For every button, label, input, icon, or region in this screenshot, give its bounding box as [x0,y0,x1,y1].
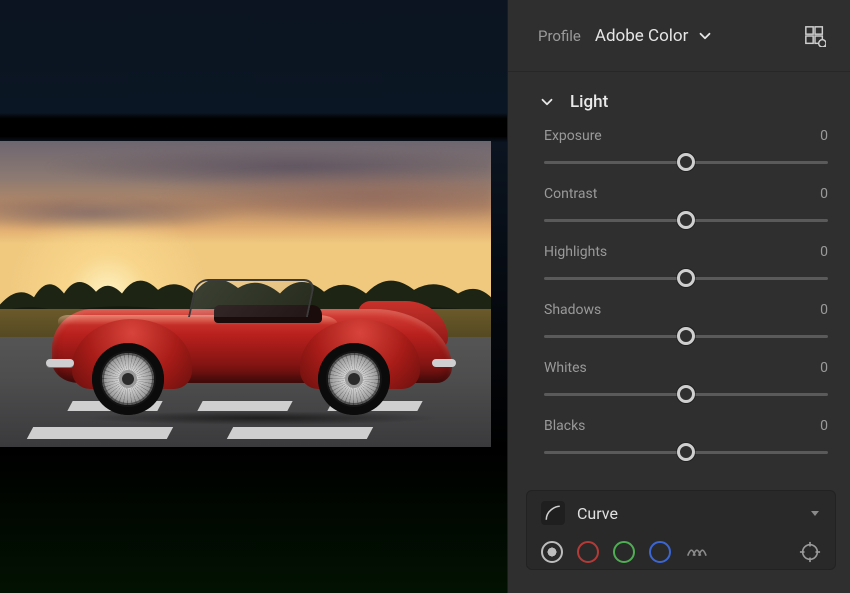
whites-slider[interactable]: Whites 0 [544,360,828,404]
light-sliders: Exposure 0 Contrast 0 Highlights 0 [538,128,828,462]
highlights-label: Highlights [544,244,607,260]
profile-row: Profile Adobe Color [508,0,850,72]
blue-channel-button[interactable] [649,541,671,563]
exposure-slider[interactable]: Exposure 0 [544,128,828,172]
chevron-down-icon [538,93,556,111]
blacks-label: Blacks [544,418,585,434]
contrast-value[interactable]: 0 [820,186,828,202]
chevron-down-icon[interactable] [696,27,714,45]
target-adjustment-button[interactable] [799,541,821,563]
exposure-label: Exposure [544,128,602,144]
profile-browser-button[interactable] [802,23,828,49]
exposure-value[interactable]: 0 [820,128,828,144]
shadows-slider[interactable]: Shadows 0 [544,302,828,346]
luminance-channel-button[interactable] [685,541,707,563]
curve-section: Curve [526,490,836,570]
exposure-thumb[interactable] [677,153,695,171]
preview-image[interactable] [0,141,491,447]
curve-icon [541,501,565,525]
profile-label: Profile [538,27,581,45]
shadows-value[interactable]: 0 [820,302,828,318]
whites-value[interactable]: 0 [820,360,828,376]
light-section: Light Exposure 0 Contrast 0 [508,72,850,482]
curve-channel-row [527,535,835,569]
shadows-thumb[interactable] [677,327,695,345]
blacks-value[interactable]: 0 [820,418,828,434]
highlights-thumb[interactable] [677,269,695,287]
curve-section-toggle[interactable]: Curve [527,491,835,535]
blacks-slider[interactable]: Blacks 0 [544,418,828,462]
blacks-thumb[interactable] [677,443,695,461]
edit-panel: Profile Adobe Color [507,0,850,593]
photo-subject-car [52,271,452,411]
contrast-thumb[interactable] [677,211,695,229]
image-viewer[interactable] [0,0,507,593]
profile-dropdown[interactable]: Adobe Color [595,26,689,46]
triangle-down-icon[interactable] [809,504,821,523]
parametric-channel-button[interactable] [541,541,563,563]
highlights-slider[interactable]: Highlights 0 [544,244,828,288]
app-root: Profile Adobe Color [0,0,850,593]
green-channel-button[interactable] [613,541,635,563]
whites-label: Whites [544,360,587,376]
light-section-toggle[interactable]: Light [538,92,828,112]
highlights-value[interactable]: 0 [820,244,828,260]
contrast-label: Contrast [544,186,597,202]
contrast-slider[interactable]: Contrast 0 [544,186,828,230]
light-title: Light [570,92,608,112]
red-channel-button[interactable] [577,541,599,563]
curve-title: Curve [577,504,618,523]
shadows-label: Shadows [544,302,601,318]
whites-thumb[interactable] [677,385,695,403]
